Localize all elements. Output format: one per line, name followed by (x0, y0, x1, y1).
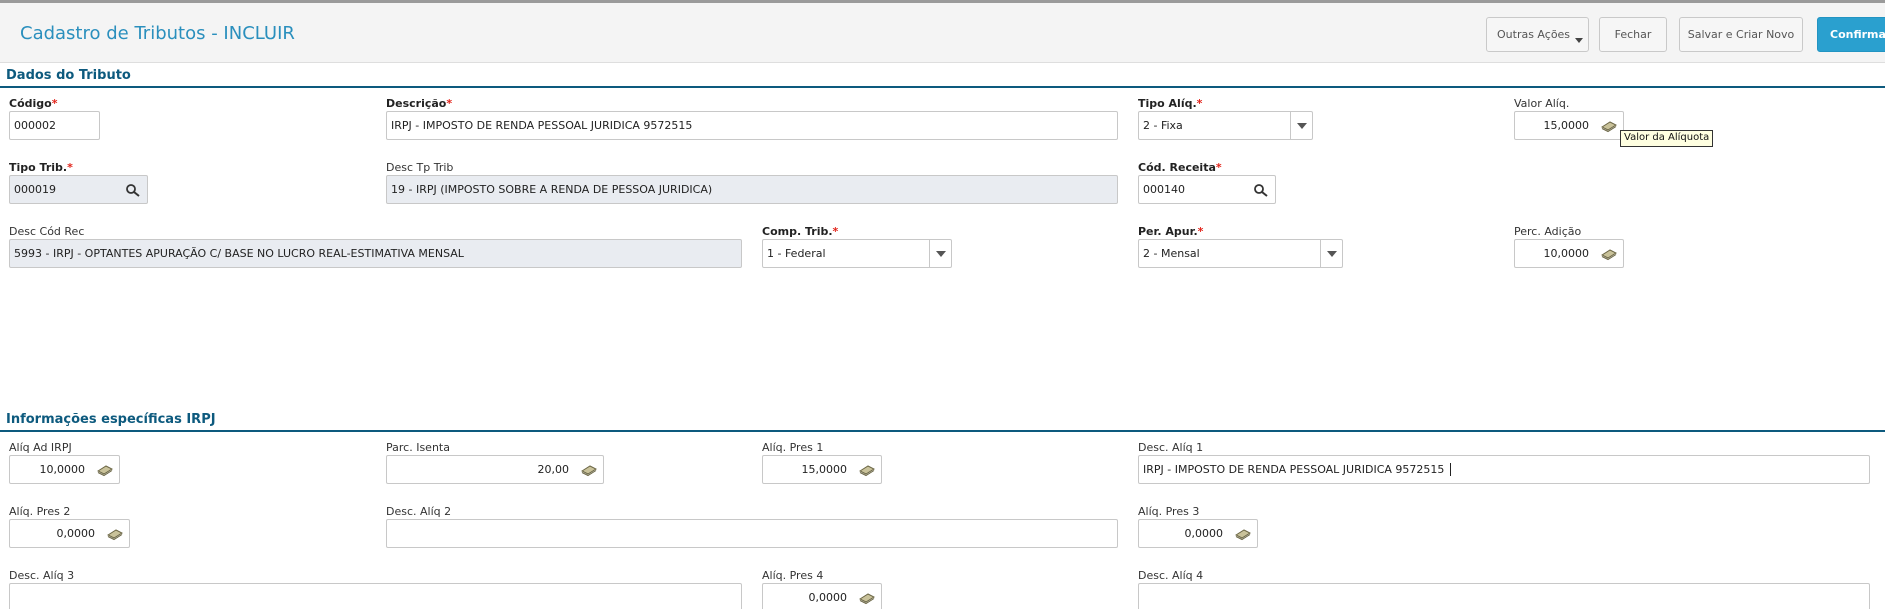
desc-cod-rec-field: 5993 - IRPJ - OPTANTES APURAÇÃO C/ BASE … (9, 239, 742, 268)
save-and-new-button[interactable]: Salvar e Criar Novo (1679, 17, 1803, 52)
comp-trib-value: 1 - Federal (767, 247, 826, 260)
comp-trib-label: Comp. Trib.* (762, 225, 839, 238)
parc-isenta-value: 20,00 (537, 463, 570, 476)
desc-aliq1-field[interactable]: IRPJ - IMPOSTO DE RENDA PESSOAL JURIDICA… (1138, 455, 1870, 484)
page-title: Cadastro de Tributos - INCLUIR (20, 23, 295, 44)
desc-aliq4-label: Desc. Alíq 4 (1138, 569, 1204, 582)
aliq-pres4-label: Alíq. Pres 4 (762, 569, 824, 582)
desc-aliq2-field[interactable] (386, 519, 1118, 548)
money-icon[interactable] (581, 463, 597, 477)
aliq-pres1-label: Alíq. Pres 1 (762, 441, 824, 454)
desc-aliq4-field[interactable] (1138, 583, 1870, 609)
text-cursor (1450, 463, 1452, 477)
desc-tp-trib-value: 19 - IRPJ (IMPOSTO SOBRE A RENDA DE PESS… (391, 183, 713, 196)
codigo-field[interactable]: 000002 (9, 111, 100, 140)
money-icon[interactable] (97, 463, 113, 477)
per-apur-label: Per. Apur.* (1138, 225, 1204, 238)
valor-aliq-field[interactable]: 15,0000 (1514, 111, 1624, 140)
cod-receita-field[interactable]: 000140 (1138, 175, 1276, 204)
section-divider (0, 430, 1885, 432)
tipo-aliq-value: 2 - Fixa (1143, 119, 1183, 132)
desc-aliq1-text: IRPJ - IMPOSTO DE RENDA PESSOAL JURIDICA… (1143, 463, 1865, 477)
chevron-down-icon[interactable] (929, 240, 951, 267)
valor-aliq-label: Valor Alíq. (1514, 97, 1570, 110)
chevron-down-icon[interactable] (1320, 240, 1342, 267)
desc-aliq1-label: Desc. Alíq 1 (1138, 441, 1204, 454)
aliq-ad-irpj-field[interactable]: 10,0000 (9, 455, 120, 484)
descricao-label: Descrição* (386, 97, 453, 110)
money-icon[interactable] (1601, 247, 1617, 261)
desc-aliq1-value: IRPJ - IMPOSTO DE RENDA PESSOAL JURIDICA… (1143, 462, 1445, 476)
money-icon[interactable] (859, 591, 875, 605)
codigo-value: 000002 (14, 119, 56, 132)
confirm-button[interactable]: Confirmar (1817, 17, 1885, 52)
desc-tp-trib-label: Desc Tp Trib (386, 161, 454, 174)
more-actions-label: Outras Ações (1497, 28, 1571, 41)
per-apur-value: 2 - Mensal (1143, 247, 1200, 260)
comp-trib-select[interactable]: 1 - Federal (762, 239, 952, 268)
desc-aliq3-field[interactable] (9, 583, 742, 609)
parc-isenta-label: Parc. Isenta (386, 441, 450, 454)
aliq-pres2-label: Alíq. Pres 2 (9, 505, 71, 518)
desc-aliq3-label: Desc. Alíq 3 (9, 569, 75, 582)
aliq-pres3-field[interactable]: 0,0000 (1138, 519, 1258, 548)
tipo-aliq-select[interactable]: 2 - Fixa (1138, 111, 1313, 140)
per-apur-select[interactable]: 2 - Mensal (1138, 239, 1343, 268)
money-icon[interactable] (1235, 527, 1251, 541)
section-title-irpj: Informações específicas IRPJ (6, 412, 216, 427)
desc-cod-rec-value: 5993 - IRPJ - OPTANTES APURAÇÃO C/ BASE … (14, 247, 464, 260)
cod-receita-label: Cód. Receita* (1138, 161, 1222, 174)
codigo-label: Código* (9, 97, 58, 110)
tipo-aliq-label: Tipo Alíq.* (1138, 97, 1203, 110)
aliq-pres3-label: Alíq. Pres 3 (1138, 505, 1200, 518)
valor-aliq-tooltip: Valor da Alíquota (1620, 130, 1714, 147)
aliq-pres1-field[interactable]: 15,0000 (762, 455, 882, 484)
desc-tp-trib-field: 19 - IRPJ (IMPOSTO SOBRE A RENDA DE PESS… (386, 175, 1118, 204)
section-title-dados-tributo: Dados do Tributo (6, 68, 131, 83)
tipo-trib-field[interactable]: 000019 (9, 175, 148, 204)
section-divider (0, 86, 1885, 88)
perc-adicao-label: Perc. Adição (1514, 225, 1582, 238)
money-icon[interactable] (859, 463, 875, 477)
descricao-field[interactable]: IRPJ - IMPOSTO DE RENDA PESSOAL JURIDICA… (386, 111, 1118, 140)
perc-adicao-field[interactable]: 10,0000 (1514, 239, 1624, 268)
search-icon[interactable] (1253, 183, 1269, 197)
cod-receita-value: 000140 (1143, 183, 1185, 196)
chevron-down-icon (1575, 38, 1583, 43)
page-header: Cadastro de Tributos - INCLUIR Outras Aç… (0, 3, 1885, 63)
aliq-pres2-field[interactable]: 0,0000 (9, 519, 130, 548)
close-button[interactable]: Fechar (1599, 17, 1667, 52)
desc-cod-rec-label: Desc Cód Rec (9, 225, 85, 238)
chevron-down-icon[interactable] (1290, 112, 1312, 139)
search-icon[interactable] (125, 183, 141, 197)
tipo-trib-label: Tipo Trib.* (9, 161, 73, 174)
money-icon[interactable] (1601, 119, 1617, 133)
aliq-pres4-field[interactable]: 0,0000 (762, 583, 882, 609)
tipo-trib-value: 000019 (14, 183, 56, 196)
parc-isenta-field[interactable]: 20,00 (386, 455, 604, 484)
descricao-value: IRPJ - IMPOSTO DE RENDA PESSOAL JURIDICA… (391, 119, 693, 132)
desc-aliq2-label: Desc. Alíq 2 (386, 505, 452, 518)
aliq-ad-irpj-label: Alíq Ad IRPJ (9, 441, 72, 454)
more-actions-button[interactable]: Outras Ações (1486, 17, 1589, 52)
money-icon[interactable] (107, 527, 123, 541)
